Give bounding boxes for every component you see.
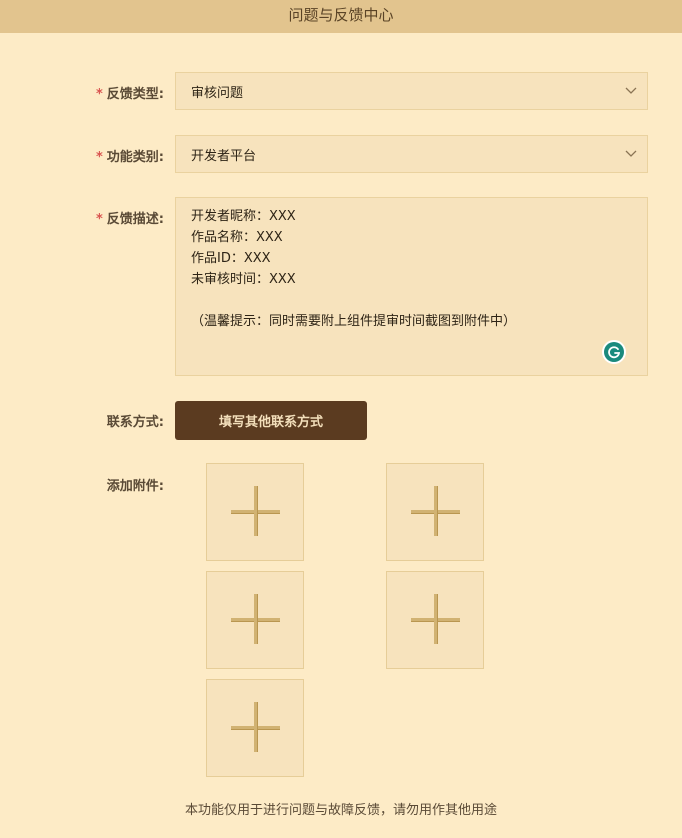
required-mark: * (95, 212, 103, 227)
required-mark: * (95, 150, 103, 165)
feature-category-select[interactable]: 开发者平台 (175, 135, 648, 173)
grammarly-icon[interactable] (602, 340, 626, 364)
feature-category-value: 开发者平台 (191, 148, 257, 164)
feature-category-label: * 功能类别: (95, 150, 164, 165)
feedback-type-value: 审核问题 (191, 85, 244, 101)
description-line: 开发者昵称：XXX (191, 209, 296, 224)
feedback-type-select[interactable]: 审核问题 (175, 72, 648, 110)
attachment-upload-slot[interactable] (206, 463, 304, 561)
feedback-type-label: * 反馈类型: (95, 87, 164, 102)
description-line (191, 290, 647, 311)
description-label: * 反馈描述: (95, 212, 164, 227)
attachment-upload-slot[interactable] (386, 463, 484, 561)
description-line: （温馨提示：同时需要附上组件提审时间截图到附件中） (191, 314, 517, 329)
description-textarea[interactable]: 开发者昵称：XXX 作品名称：XXX 作品ID：XXX 未审核时间：XXX （温… (175, 197, 648, 376)
fill-contact-button[interactable]: 填写其他联系方式 (175, 401, 367, 440)
attachment-upload-slot[interactable] (206, 679, 304, 777)
grammarly-glyph (608, 346, 621, 359)
chevron-down-icon (625, 87, 637, 94)
contact-label: 联系方式: (106, 415, 164, 430)
attachment-upload-slot[interactable] (206, 571, 304, 669)
page-header: 问题与反馈中心 (0, 0, 682, 33)
chevron-down-icon (625, 150, 637, 157)
page-title: 问题与反馈中心 (288, 6, 394, 24)
description-line: 作品ID：XXX (191, 251, 271, 266)
description-line: 未审核时间：XXX (191, 272, 296, 287)
attachments-label: 添加附件: (106, 479, 164, 494)
footer-note: 本功能仅用于进行问题与故障反馈，请勿用作其他用途 (184, 803, 497, 818)
description-line: 作品名称：XXX (191, 230, 283, 245)
attachment-upload-slot[interactable] (386, 571, 484, 669)
required-mark: * (95, 87, 103, 102)
